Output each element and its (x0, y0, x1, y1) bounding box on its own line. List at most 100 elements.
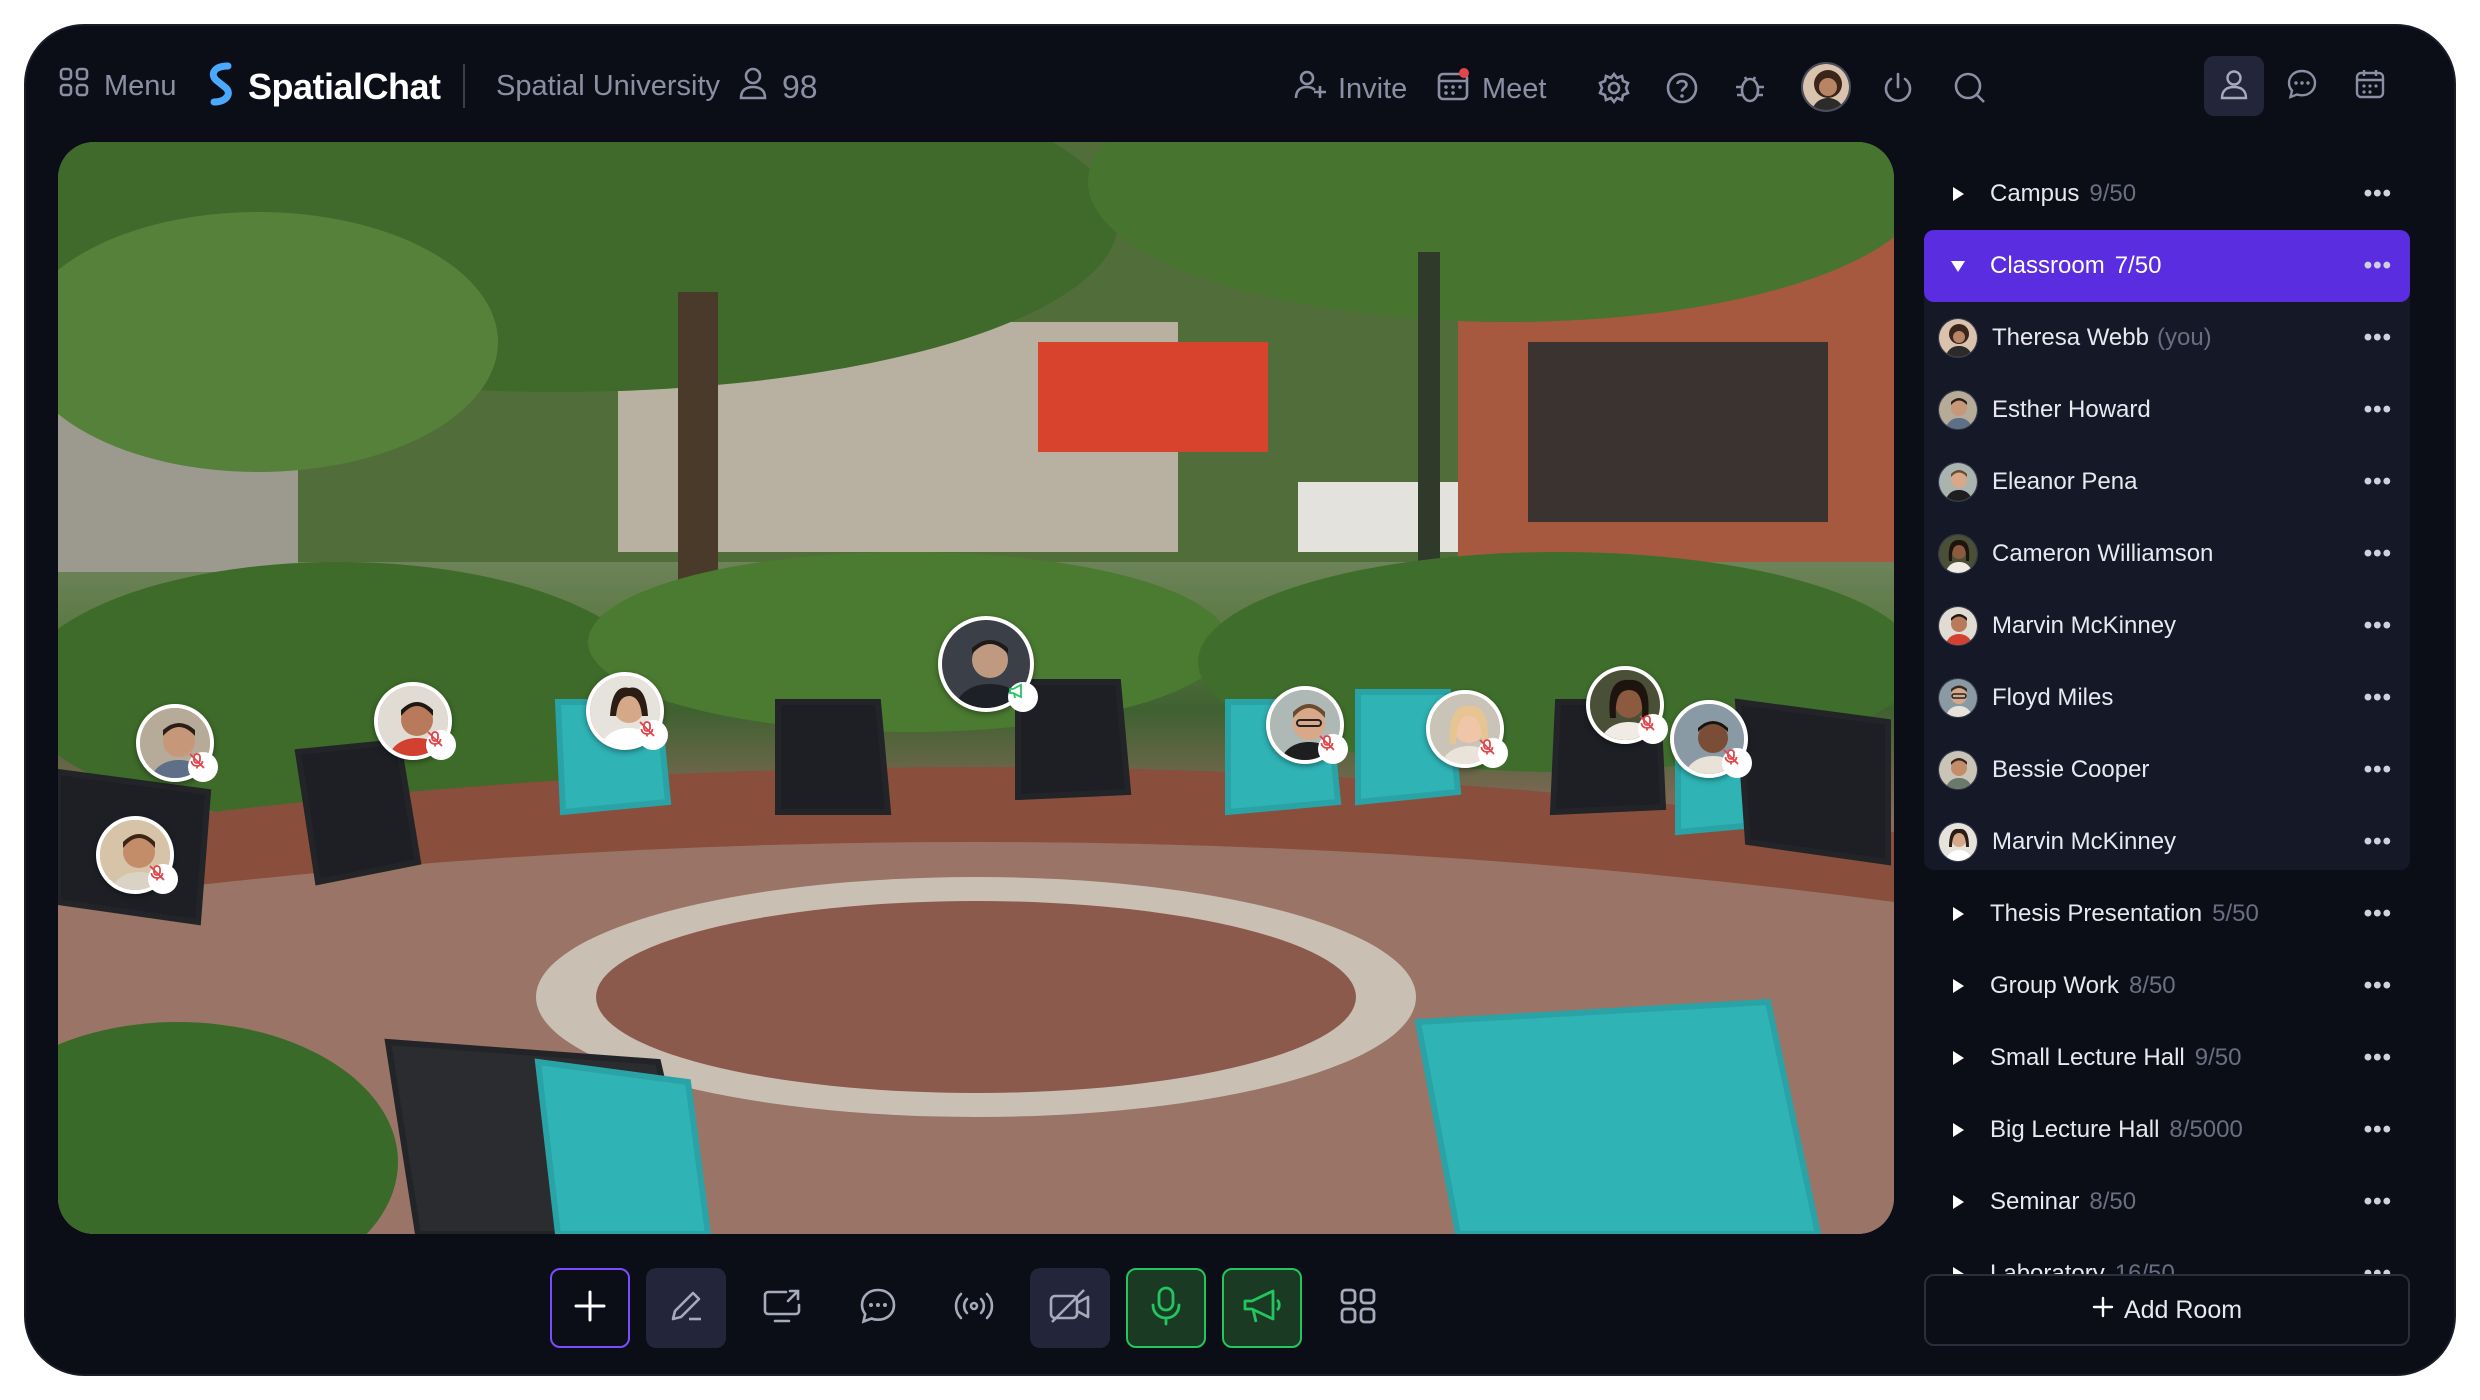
participant-row[interactable]: Eleanor Pena ••• (1924, 446, 2410, 518)
more-options-icon[interactable]: ••• (2364, 972, 2392, 1000)
grid-icon (1338, 1286, 1378, 1331)
avatar (1938, 462, 1978, 502)
expand-icon[interactable] (1938, 1122, 1978, 1138)
more-options-icon[interactable]: ••• (2364, 756, 2392, 784)
room-item-active[interactable]: Classroom 7/50 ••• (1924, 230, 2410, 302)
participant-row[interactable]: Floyd Miles ••• (1924, 662, 2410, 734)
add-room-button[interactable]: Add Room (1924, 1274, 2410, 1346)
screen-share-button[interactable] (742, 1268, 822, 1348)
participant-row[interactable]: Theresa Webb (you) ••• (1924, 302, 2410, 374)
participant-row[interactable]: Cameron Williamson ••• (1924, 518, 2410, 590)
room-name: Campus (1990, 180, 2080, 207)
help-icon (1665, 71, 1699, 110)
more-options-icon[interactable]: ••• (2364, 1044, 2392, 1072)
more-options-icon[interactable]: ••• (2364, 396, 2392, 424)
expand-icon[interactable] (1938, 186, 1978, 202)
settings-icon (1597, 71, 1631, 110)
expand-icon[interactable] (1938, 978, 1978, 994)
calendar-tab[interactable] (2340, 56, 2400, 116)
room-item[interactable]: Thesis Presentation 5/50 ••• (1924, 878, 2410, 950)
megaphone-icon (1241, 1286, 1283, 1331)
expand-icon[interactable] (1938, 906, 1978, 922)
microphone-icon (1148, 1285, 1184, 1332)
broadcast-icon (952, 1288, 996, 1329)
participant-name: Esther Howard (1992, 396, 2151, 423)
user-count: 98 (782, 68, 818, 105)
room-name: Group Work (1990, 972, 2119, 999)
mic-muted-icon (426, 730, 456, 760)
more-options-icon[interactable]: ••• (2364, 684, 2392, 712)
org-name[interactable]: Spatial University (496, 70, 720, 103)
menu-label: Menu (104, 69, 177, 102)
participant-avatar[interactable] (136, 704, 218, 782)
room-item[interactable]: Group Work 8/50 ••• (1924, 950, 2410, 1022)
room-item[interactable]: Seminar 8/50 ••• (1924, 1166, 2410, 1238)
room-name: Seminar (1990, 1188, 2080, 1215)
participant-row[interactable]: Esther Howard ••• (1924, 374, 2410, 446)
participant-avatar[interactable] (1670, 700, 1752, 778)
search-button[interactable] (1950, 70, 1990, 110)
broadcast-button[interactable] (934, 1268, 1014, 1348)
invite-label: Invite (1338, 72, 1408, 105)
more-options-icon[interactable]: ••• (2364, 252, 2392, 280)
meet-button[interactable]: Meet (1436, 68, 1546, 110)
more-options-icon[interactable]: ••• (2364, 324, 2392, 352)
user-avatar[interactable] (1801, 62, 1851, 112)
participant-avatar[interactable] (1266, 686, 1348, 764)
collapse-icon[interactable] (1938, 259, 1978, 273)
brand-logo[interactable]: SpatialChat (204, 62, 441, 111)
chat-tab[interactable] (2272, 56, 2332, 116)
plus-icon (2092, 1296, 2114, 1325)
more-options-icon[interactable]: ••• (2364, 1116, 2392, 1144)
room-item[interactable]: Campus 9/50 ••• (1924, 158, 2410, 230)
report-bug-button[interactable] (1730, 70, 1770, 110)
microphone-button[interactable] (1126, 1268, 1206, 1348)
add-button[interactable] (550, 1268, 630, 1348)
expand-icon[interactable] (1938, 1194, 1978, 1210)
megaphone-button[interactable] (1222, 1268, 1302, 1348)
speaker-avatar[interactable] (938, 616, 1038, 712)
room-name: Big Lecture Hall (1990, 1116, 2160, 1143)
rooms-sidebar: Campus 9/50 ••• Classroom 7/50 ••• There… (1914, 144, 2434, 1294)
more-options-icon[interactable]: ••• (2364, 612, 2392, 640)
participant-avatar[interactable] (1426, 690, 1508, 768)
camera-toggle-button[interactable] (1030, 1268, 1110, 1348)
leave-button[interactable] (1878, 70, 1918, 110)
bug-icon (1733, 71, 1767, 110)
participant-row[interactable]: Marvin McKinney ••• (1924, 806, 2410, 878)
more-options-icon[interactable]: ••• (2364, 180, 2392, 208)
avatar (1938, 606, 1978, 646)
more-options-icon[interactable]: ••• (2364, 828, 2392, 856)
room-capacity: 8/5000 (2169, 1116, 2243, 1143)
participant-avatar[interactable] (1586, 666, 1668, 744)
participant-avatar[interactable] (586, 672, 668, 750)
more-options-icon[interactable]: ••• (2364, 1188, 2392, 1216)
participant-row[interactable]: Marvin McKinney ••• (1924, 590, 2410, 662)
draw-button[interactable] (646, 1268, 726, 1348)
participant-row[interactable]: Bessie Cooper ••• (1924, 734, 2410, 806)
mic-muted-icon (1638, 714, 1668, 744)
mic-muted-icon (148, 864, 178, 894)
participant-avatar[interactable] (374, 682, 456, 760)
online-users[interactable]: 98 (738, 66, 818, 108)
avatar (1938, 318, 1978, 358)
menu-button[interactable]: Menu (58, 66, 177, 106)
help-button[interactable] (1662, 70, 1702, 110)
people-tab[interactable] (2204, 56, 2264, 116)
calendar-icon (2354, 68, 2386, 105)
participant-avatar[interactable] (96, 816, 178, 894)
apps-button[interactable] (1318, 1268, 1398, 1348)
room-item[interactable]: Big Lecture Hall 8/5000 ••• (1924, 1094, 2410, 1166)
more-options-icon[interactable]: ••• (2364, 540, 2392, 568)
expand-icon[interactable] (1938, 1050, 1978, 1066)
room-item[interactable]: Small Lecture Hall 9/50 ••• (1924, 1022, 2410, 1094)
top-bar: Menu SpatialChat Spatial University 98 I… (26, 26, 2454, 144)
mic-muted-icon (1318, 734, 1348, 764)
more-options-icon[interactable]: ••• (2364, 468, 2392, 496)
chat-button[interactable] (838, 1268, 918, 1348)
room-capacity: 8/50 (2089, 1188, 2137, 1215)
more-options-icon[interactable]: ••• (2364, 900, 2392, 928)
settings-button[interactable] (1594, 70, 1634, 110)
space-canvas[interactable] (58, 142, 1894, 1234)
invite-button[interactable]: Invite (1294, 68, 1407, 110)
